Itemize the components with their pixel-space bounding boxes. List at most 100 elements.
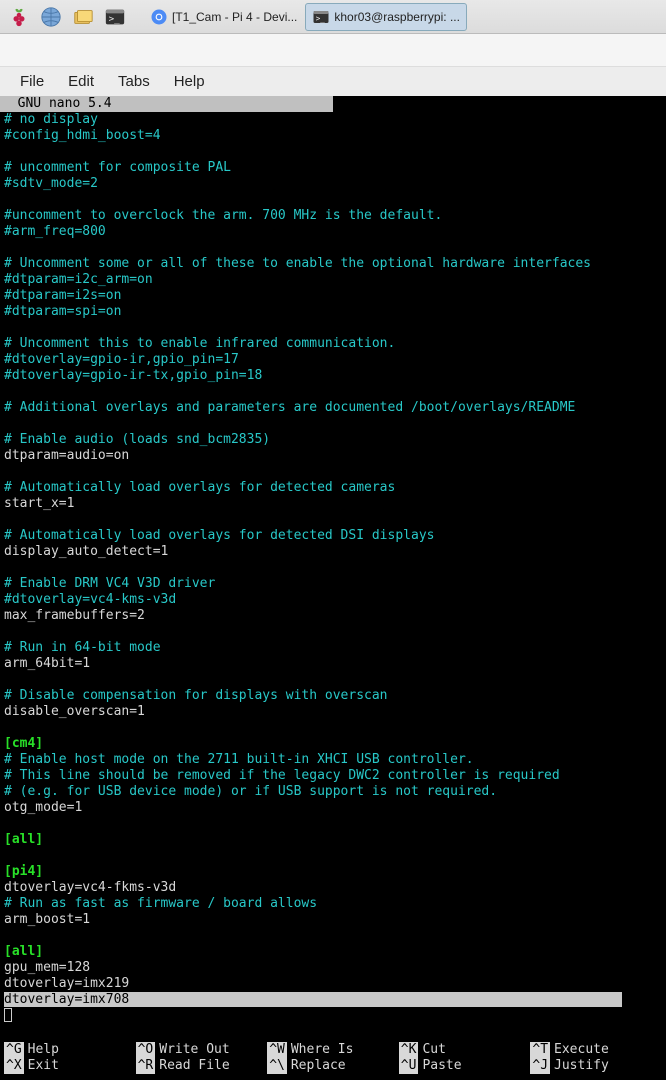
editor-line (4, 848, 662, 864)
nano-help-label: Help (28, 1042, 59, 1058)
menubar: File Edit Tabs Help (0, 66, 666, 96)
nano-help-key: ^K (399, 1042, 419, 1058)
editor-line: # (e.g. for USB device mode) or if USB s… (4, 784, 662, 800)
editor-line: #sdtv_mode=2 (4, 176, 662, 192)
nano-help-key: ^X (4, 1058, 24, 1074)
editor-line: #dtparam=spi=on (4, 304, 662, 320)
nano-help-item: ^OWrite Out (136, 1042, 268, 1058)
nano-help-label: Execute (554, 1042, 609, 1058)
editor-line: arm_64bit=1 (4, 656, 662, 672)
nano-help-key: ^\ (267, 1058, 287, 1074)
editor-line: #config_hdmi_boost=4 (4, 128, 662, 144)
nano-help-item: ^\Replace (267, 1058, 399, 1074)
nano-help-item: ^RRead File (136, 1058, 268, 1074)
editor-line (4, 416, 662, 432)
menu-help[interactable]: Help (162, 69, 217, 94)
taskbar-task-chromium[interactable]: [T1_Cam - Pi 4 - Devi... (144, 3, 303, 31)
editor-line: # Uncomment some or all of these to enab… (4, 256, 662, 272)
file-manager-icon[interactable] (68, 3, 98, 31)
editor-line: # Automatically load overlays for detect… (4, 528, 662, 544)
editor-line: # Run as fast as firmware / board allows (4, 896, 662, 912)
editor-line: # Enable DRM VC4 V3D driver (4, 576, 662, 592)
editor-line: gpu_mem=128 (4, 960, 662, 976)
editor-line: # Automatically load overlays for detect… (4, 480, 662, 496)
cursor (4, 1008, 12, 1022)
nano-help-item: ^GHelp (4, 1042, 136, 1058)
nano-help-label: Justify (554, 1058, 609, 1074)
editor-line: dtoverlay=vc4-fkms-v3d (4, 880, 662, 896)
nano-help-label: Paste (422, 1058, 461, 1074)
editor-line: [all] (4, 944, 662, 960)
nano-help-key: ^T (530, 1042, 550, 1058)
editor-line (4, 384, 662, 400)
editor-line (4, 192, 662, 208)
nano-help-item: ^XExit (4, 1058, 136, 1074)
editor-line (4, 512, 662, 528)
editor-line: # Run in 64-bit mode (4, 640, 662, 656)
editor-line: #uncomment to overclock the arm. 700 MHz… (4, 208, 662, 224)
nano-help-item: ^TExecute (530, 1042, 662, 1058)
nano-help-label: Read File (159, 1058, 229, 1074)
editor-line: # Enable host mode on the 2711 built-in … (4, 752, 662, 768)
nano-help-label: Cut (422, 1042, 445, 1058)
raspberry-menu-icon[interactable] (4, 3, 34, 31)
editor-line (4, 672, 662, 688)
editor-line: #dtparam=i2s=on (4, 288, 662, 304)
svg-text:>_: >_ (316, 13, 326, 22)
editor-line: # no display (4, 112, 662, 128)
nano-help-item: ^WWhere Is (267, 1042, 399, 1058)
editor-line: max_framebuffers=2 (4, 608, 662, 624)
nano-help-label: Replace (291, 1058, 346, 1074)
editor-line: # This line should be removed if the leg… (4, 768, 662, 784)
nano-help-item: ^UPaste (399, 1058, 531, 1074)
nano-help-item: ^JJustify (530, 1058, 662, 1074)
nano-help-key: ^W (267, 1042, 287, 1058)
nano-help-label: Where Is (291, 1042, 354, 1058)
editor-line (4, 624, 662, 640)
editor-line: display_auto_detect=1 (4, 544, 662, 560)
editor-line: # uncomment for composite PAL (4, 160, 662, 176)
editor-line: arm_boost=1 (4, 912, 662, 928)
editor-line: # Additional overlays and parameters are… (4, 400, 662, 416)
editor-line: # Disable compensation for displays with… (4, 688, 662, 704)
editor-line-highlighted: dtoverlay=imx708 (4, 992, 622, 1007)
editor-line: otg_mode=1 (4, 800, 662, 816)
editor-content[interactable]: # no display#config_hdmi_boost=4 # uncom… (0, 112, 666, 1027)
nano-help-label: Exit (28, 1058, 59, 1074)
menu-tabs[interactable]: Tabs (106, 69, 162, 94)
editor-line: #dtoverlay=gpio-ir-tx,gpio_pin=18 (4, 368, 662, 384)
nano-help-key: ^R (136, 1058, 156, 1074)
web-browser-icon[interactable] (36, 3, 66, 31)
editor-line (4, 464, 662, 480)
editor-line: start_x=1 (4, 496, 662, 512)
nano-help-key: ^J (530, 1058, 550, 1074)
nano-help-label: Write Out (159, 1042, 229, 1058)
editor-line: [cm4] (4, 736, 662, 752)
nano-title: GNU nano 5.4 (0, 96, 333, 112)
editor-line: #arm_freq=800 (4, 224, 662, 240)
nano-help-key: ^G (4, 1042, 24, 1058)
editor-line: # Enable audio (loads snd_bcm2835) (4, 432, 662, 448)
terminal[interactable]: GNU nano 5.4 # no display#config_hdmi_bo… (0, 96, 666, 1080)
editor-line: # Uncomment this to enable infrared comm… (4, 336, 662, 352)
menu-edit[interactable]: Edit (56, 69, 106, 94)
editor-line (4, 816, 662, 832)
svg-text:>_: >_ (109, 13, 121, 24)
nano-help-key: ^U (399, 1058, 419, 1074)
editor-line: #dtoverlay=gpio-ir,gpio_pin=17 (4, 352, 662, 368)
editor-line: dtparam=audio=on (4, 448, 662, 464)
editor-line: [pi4] (4, 864, 662, 880)
menu-file[interactable]: File (8, 69, 56, 94)
terminal-launcher-icon[interactable]: >_ (100, 3, 130, 31)
taskbar-task-terminal[interactable]: >_ khor03@raspberrypi: ... (305, 3, 467, 31)
editor-line (4, 928, 662, 944)
editor-line (4, 240, 662, 256)
editor-line: disable_overscan=1 (4, 704, 662, 720)
editor-line (4, 320, 662, 336)
editor-line: [all] (4, 832, 662, 848)
editor-line: #dtoverlay=vc4-kms-v3d (4, 592, 662, 608)
editor-line (4, 720, 662, 736)
editor-line: #dtparam=i2c_arm=on (4, 272, 662, 288)
window-titlebar-gap (0, 34, 666, 66)
nano-help-bar: ^GHelp^OWrite Out^WWhere Is^KCut^TExecut… (0, 1038, 666, 1080)
